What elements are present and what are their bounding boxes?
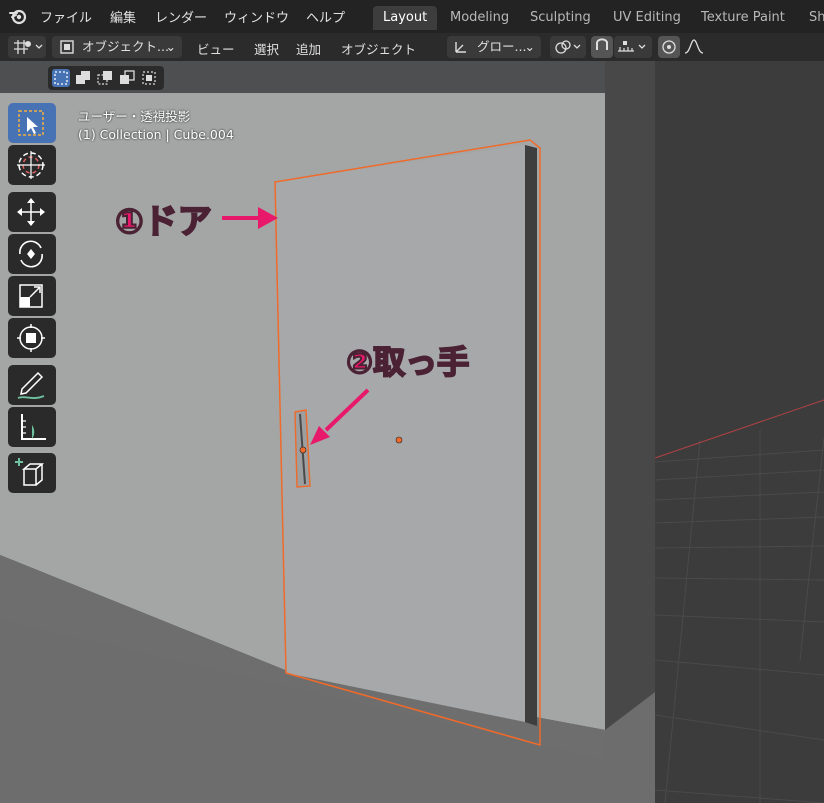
measure-icon (21, 414, 46, 440)
viewport-scene (0, 61, 824, 803)
tab-uv-editing[interactable]: UV Editing (603, 6, 691, 30)
tool-transform[interactable] (8, 318, 56, 358)
tab-modeling[interactable]: Modeling (440, 6, 519, 30)
cursor-icon (17, 151, 45, 179)
mode-label: オブジェクト... (82, 39, 169, 54)
chevron-down-icon: ⌄ (165, 39, 176, 54)
tool-cursor[interactable] (8, 145, 56, 185)
object-mode-icon (60, 40, 74, 54)
chevron-down-icon: ⌄ (524, 39, 535, 54)
select-subtract-icon[interactable] (96, 69, 114, 87)
scale-icon (19, 284, 43, 308)
editor-type-icon (14, 40, 43, 54)
menu-render[interactable]: レンダー (155, 7, 207, 26)
snap-magnet-icon (596, 38, 608, 50)
select-intersect-icon[interactable] (140, 69, 158, 87)
transform-icon (17, 324, 45, 352)
menu-help[interactable]: ヘルプ (306, 7, 345, 26)
annotate-icon (17, 371, 45, 399)
tool-rotate[interactable] (8, 234, 56, 274)
proportional-falloff-button[interactable] (681, 36, 717, 58)
snap-increment-icon (618, 41, 646, 52)
handle-origin-point (299, 446, 307, 454)
select-box-icon (18, 110, 44, 136)
menu-edit[interactable]: 編集 (110, 7, 136, 26)
blender-logo-icon[interactable] (8, 6, 28, 26)
menu-add[interactable]: 追加 (296, 39, 321, 58)
rotate-icon (19, 240, 43, 268)
tool-annotate[interactable] (8, 365, 56, 405)
menu-file[interactable]: ファイル (40, 7, 92, 26)
3d-viewport[interactable]: ①ドア ②取っ手 (0, 61, 824, 803)
tool-add-cube[interactable] (8, 453, 56, 493)
pivot-icon (555, 40, 581, 54)
transform-orientation-selector[interactable]: グロー... ⌄ (447, 36, 541, 58)
menu-select[interactable]: 選択 (254, 39, 279, 58)
select-extend-icon[interactable] (74, 69, 92, 87)
tool-measure[interactable] (8, 407, 56, 447)
mode-selector[interactable]: オブジェクト... ⌄ (52, 36, 182, 58)
select-mode-group (48, 66, 164, 90)
tab-layout[interactable]: Layout (373, 6, 438, 30)
menu-object[interactable]: オブジェクト (341, 39, 416, 58)
tab-texture-paint[interactable]: Texture Paint (691, 6, 795, 30)
pivot-point-button[interactable] (550, 36, 586, 58)
add-cube-icon (15, 458, 45, 486)
top-bar: ファイル 編集 レンダー ウィンドウ ヘルプ Layout Modeling S… (0, 0, 824, 33)
menu-window[interactable]: ウィンドウ (224, 7, 289, 26)
move-icon (17, 198, 45, 226)
view-name: ユーザー・透視投影 (78, 109, 191, 124)
editor-type-button[interactable] (8, 36, 46, 58)
viewport-header: オブジェクト... ⌄ ビュー 選択 追加 オブジェクト グロー... ⌄ (0, 33, 824, 61)
select-new-icon[interactable] (52, 69, 70, 87)
proportional-edit-icon (662, 40, 676, 54)
falloff-curve-icon (684, 39, 704, 54)
select-invert-icon[interactable] (118, 69, 136, 87)
transform-orientation-label: グロー... (477, 39, 527, 54)
tool-move[interactable] (8, 192, 56, 232)
door-annotation-label: ①ドア (114, 201, 213, 243)
tab-shading[interactable]: Sh (799, 6, 824, 30)
door-origin-point (395, 436, 403, 444)
collection-info: (1) Collection | Cube.004 (78, 127, 234, 142)
tab-sculpting[interactable]: Sculpting (520, 6, 601, 30)
tool-scale[interactable] (8, 276, 56, 316)
tool-select-box[interactable] (8, 103, 56, 143)
menu-view[interactable]: ビュー (197, 39, 235, 58)
snap-toggle[interactable] (591, 36, 613, 58)
handle-annotation-label: ②取っ手 (345, 342, 470, 382)
snap-target-button[interactable] (614, 36, 652, 58)
transform-orientation-icon (455, 42, 466, 53)
proportional-edit-toggle[interactable] (658, 36, 680, 58)
